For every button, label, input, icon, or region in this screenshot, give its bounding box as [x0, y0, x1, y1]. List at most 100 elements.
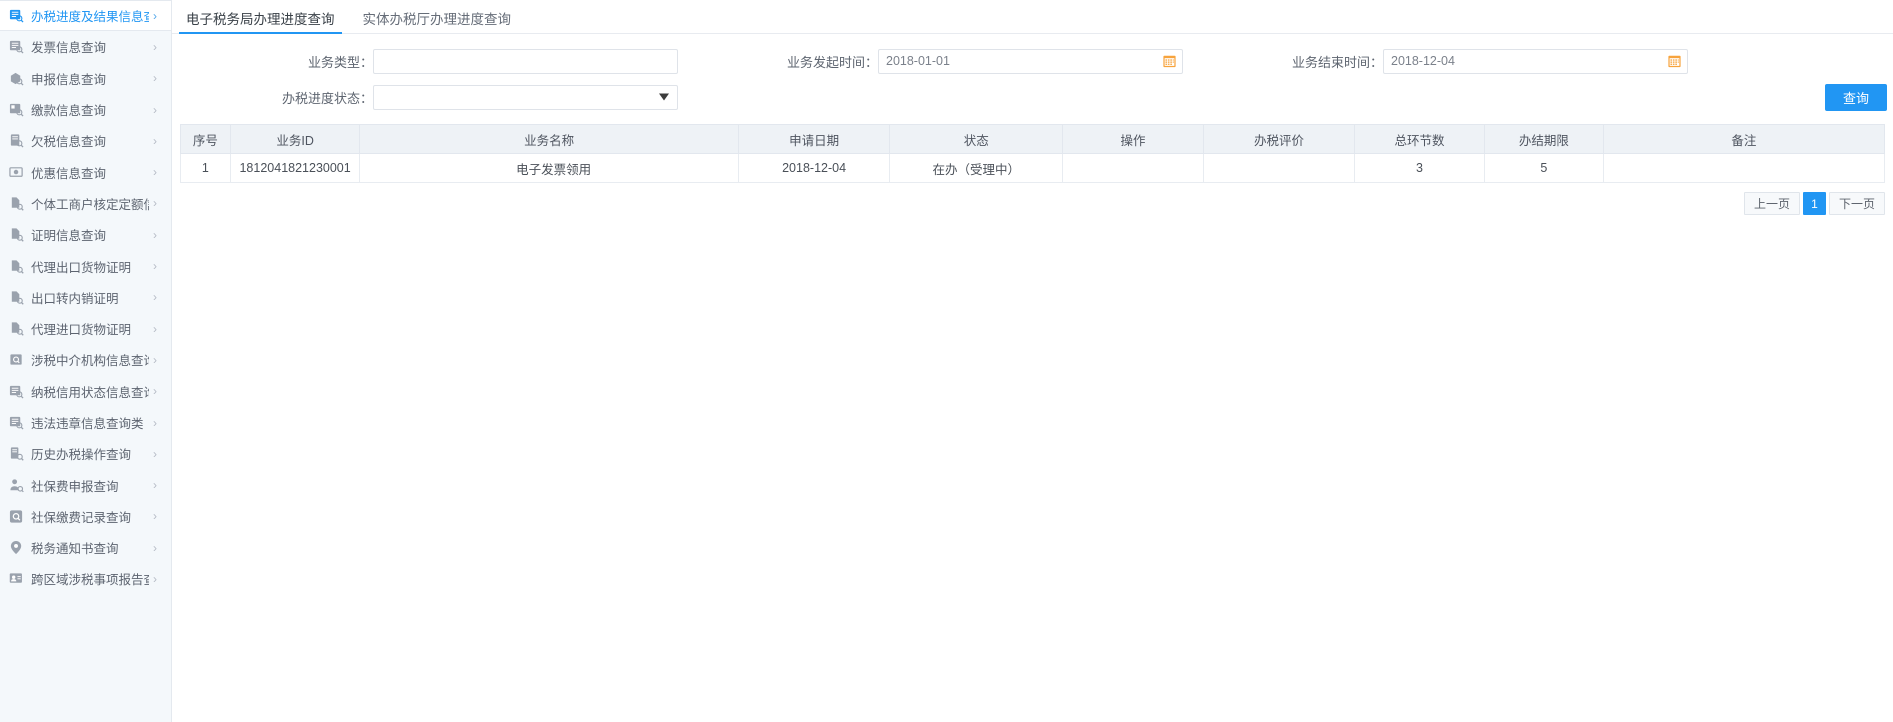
sidebar-item-label: 办税进度及结果信息查询: [31, 6, 149, 25]
sidebar-item-17[interactable]: 税务通知书查询›: [0, 532, 171, 563]
sidebar-item-10[interactable]: 代理进口货物证明›: [0, 313, 171, 344]
end-time-input[interactable]: 2018-12-04: [1383, 49, 1688, 74]
tab-electronic-tax-bureau[interactable]: 电子税务局办理进度查询: [179, 13, 342, 34]
sidebar-item-label: 欠税信息查询: [31, 131, 149, 150]
id-card-icon: [9, 571, 24, 586]
cell-action: [1063, 154, 1204, 183]
chevron-down-icon[interactable]: [659, 94, 669, 101]
tab-physical-tax-hall[interactable]: 实体办税厅办理进度查询: [356, 13, 519, 34]
table-header-row: 序号业务ID业务名称申请日期状态操作办税评价总环节数办结期限备注: [181, 125, 1885, 154]
chevron-right-icon[interactable]: ›: [153, 385, 163, 397]
sidebar-item-6[interactable]: 个体工商户核定定额信息查询 ›: [0, 188, 171, 219]
start-time-input[interactable]: 2018-01-01: [878, 49, 1183, 74]
form-row-1: 业务类型： 业务发起时间： 2018-01-01: [172, 43, 1893, 79]
calendar-icon[interactable]: [1668, 55, 1681, 68]
results-table-wrapper: 序号业务ID业务名称申请日期状态操作办税评价总环节数办结期限备注 1181204…: [180, 124, 1885, 183]
sidebar-item-14[interactable]: 历史办税操作查询›: [0, 438, 171, 469]
chevron-right-icon[interactable]: ›: [153, 104, 163, 116]
tab-bar: 电子税务局办理进度查询 实体办税厅办理进度查询: [172, 0, 1893, 34]
folder-search-icon: [9, 352, 24, 367]
sidebar-item-7[interactable]: 证明信息查询›: [0, 219, 171, 250]
owed-tax-icon: [9, 133, 24, 148]
cell-total-steps[interactable]: 3: [1355, 154, 1485, 183]
cell-apply-date: 2018-12-04: [738, 154, 889, 183]
sidebar-item-5[interactable]: 优惠信息查询 ›: [0, 156, 171, 187]
chevron-right-icon[interactable]: ›: [153, 510, 163, 522]
table-header-cell: 操作: [1063, 125, 1204, 154]
chevron-right-icon[interactable]: ›: [153, 10, 163, 22]
chevron-right-icon[interactable]: ›: [153, 291, 163, 303]
location-pin-icon: [9, 540, 24, 555]
end-time-value: 2018-12-04: [1391, 54, 1455, 68]
table-header-cell: 状态: [890, 125, 1063, 154]
chevron-right-icon[interactable]: ›: [153, 354, 163, 366]
sidebar-item-label: 个体工商户核定定额信息查询: [31, 194, 149, 213]
cell-remark: [1603, 154, 1884, 183]
sidebar-item-0[interactable]: 办税进度及结果信息查询 ›: [0, 0, 171, 31]
cell-business-id[interactable]: 1812041821230001: [230, 154, 360, 183]
sidebar-item-label: 跨区域涉税事项报告查询: [31, 569, 149, 588]
pagination-prev-button[interactable]: 上一页: [1744, 192, 1800, 215]
quota-doc-icon: [9, 196, 24, 211]
chevron-right-icon[interactable]: ›: [153, 260, 163, 272]
chevron-right-icon[interactable]: ›: [153, 229, 163, 241]
business-type-input[interactable]: [373, 49, 678, 74]
sidebar-item-11[interactable]: 涉税中介机构信息查询›: [0, 344, 171, 375]
cell-status[interactable]: 在办（受理中）: [890, 154, 1063, 183]
chevron-right-icon[interactable]: ›: [153, 573, 163, 585]
query-button[interactable]: 查询: [1825, 84, 1887, 111]
sidebar-item-16[interactable]: 社保缴费记录查询 ›: [0, 501, 171, 532]
credit-search-icon: [9, 384, 24, 399]
person-search-icon: [9, 478, 24, 493]
chevron-right-icon[interactable]: ›: [153, 542, 163, 554]
payment-search-icon: [9, 102, 24, 117]
chevron-right-icon[interactable]: ›: [153, 135, 163, 147]
sidebar-item-13[interactable]: 违法违章信息查询类›: [0, 407, 171, 438]
sidebar-item-label: 出口转内销证明: [31, 288, 149, 307]
sidebar-item-label: 社保费申报查询: [31, 476, 149, 495]
progress-status-select[interactable]: [373, 85, 678, 110]
chevron-right-icon[interactable]: ›: [153, 448, 163, 460]
sidebar-item-label: 纳税信用状态信息查询: [31, 382, 149, 401]
violation-icon: [9, 415, 24, 430]
calendar-icon[interactable]: [1163, 55, 1176, 68]
history-icon: [9, 446, 24, 461]
pagination-page-1[interactable]: 1: [1803, 192, 1826, 215]
table-header-cell: 总环节数: [1355, 125, 1485, 154]
sidebar-item-4[interactable]: 欠税信息查询 ›: [0, 125, 171, 156]
chevron-right-icon[interactable]: ›: [153, 323, 163, 335]
sidebar-item-12[interactable]: 纳税信用状态信息查询 ›: [0, 376, 171, 407]
pagination-next-button[interactable]: 下一页: [1829, 192, 1885, 215]
chevron-right-icon[interactable]: ›: [153, 41, 163, 53]
certificate-icon: [9, 290, 24, 305]
magnifier-doc-icon: [9, 8, 24, 23]
sidebar-item-label: 优惠信息查询: [31, 163, 149, 182]
declare-search-icon: [9, 71, 24, 86]
sidebar-item-3[interactable]: 缴款信息查询›: [0, 94, 171, 125]
chevron-right-icon[interactable]: ›: [153, 479, 163, 491]
chevron-right-icon[interactable]: ›: [153, 197, 163, 209]
sidebar-item-2[interactable]: 申报信息查询›: [0, 63, 171, 94]
start-time-label: 业务发起时间：: [768, 52, 878, 71]
table-header-cell: 备注: [1603, 125, 1884, 154]
sidebar-item-1[interactable]: 发票信息查询 ›: [0, 31, 171, 62]
chevron-right-icon[interactable]: ›: [153, 417, 163, 429]
sidebar-item-9[interactable]: 出口转内销证明 ›: [0, 282, 171, 313]
sidebar-item-label: 发票信息查询: [31, 37, 149, 56]
certificate-icon: [9, 321, 24, 336]
field-progress-status: 办税进度状态：: [277, 85, 678, 110]
sidebar-item-8[interactable]: 代理出口货物证明›: [0, 250, 171, 281]
sidebar-item-18[interactable]: 跨区域涉税事项报告查询 ›: [0, 563, 171, 594]
progress-status-label: 办税进度状态：: [277, 88, 373, 107]
sidebar-item-label: 社保缴费记录查询: [31, 507, 149, 526]
sidebar-item-15[interactable]: 社保费申报查询 ›: [0, 469, 171, 500]
certificate-icon: [9, 227, 24, 242]
table-header-cell: 办结期限: [1484, 125, 1603, 154]
chevron-right-icon[interactable]: ›: [153, 166, 163, 178]
table-row: 11812041821230001电子发票领用2018-12-04在办（受理中）…: [181, 154, 1885, 183]
chevron-right-icon[interactable]: ›: [153, 72, 163, 84]
business-type-label: 业务类型：: [277, 52, 373, 71]
cell-deadline: 5: [1484, 154, 1603, 183]
tab-label: 电子税务局办理进度查询: [186, 12, 335, 27]
search-box-icon: [9, 509, 24, 524]
